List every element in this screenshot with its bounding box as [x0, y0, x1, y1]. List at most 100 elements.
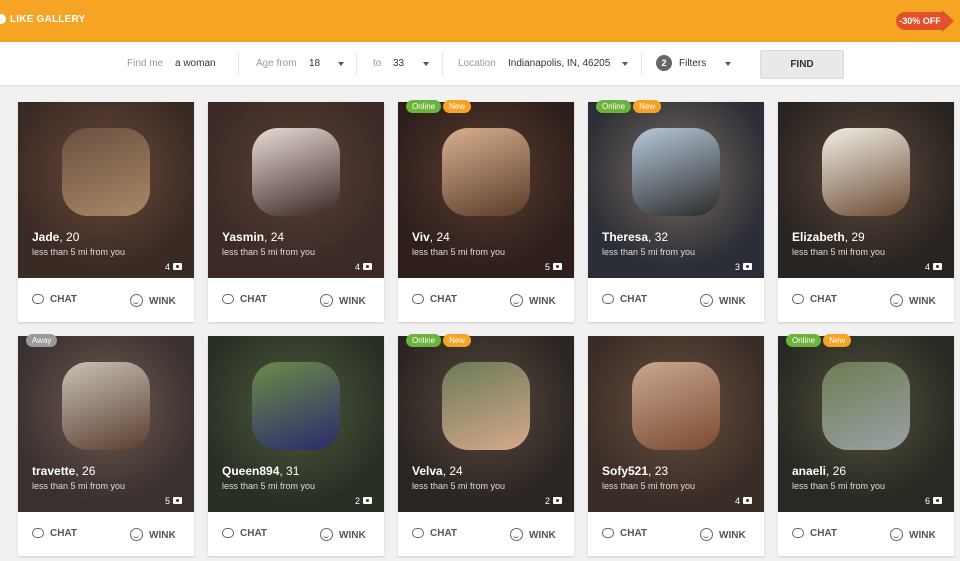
profile-photo-background[interactable]: Sofy521, 23 less than 5 mi from you 4 — [588, 336, 764, 512]
profile-age: , 20 — [59, 230, 80, 244]
profile-age: , 23 — [648, 464, 669, 478]
chat-button[interactable]: CHAT — [222, 528, 267, 539]
chat-bubble-icon — [602, 294, 614, 304]
profile-name[interactable]: travette, 26 — [32, 464, 95, 478]
age-from-select[interactable]: 18 — [309, 58, 320, 69]
chevron-down-icon[interactable] — [725, 62, 731, 66]
chat-button[interactable]: CHAT — [792, 294, 837, 305]
chat-button[interactable]: CHAT — [32, 294, 77, 305]
photo-count[interactable]: 4 — [355, 262, 372, 272]
profile-card[interactable]: anaeli, 26 less than 5 mi from you 6 CHAT WI… — [778, 334, 954, 556]
wink-button[interactable]: WINK — [130, 294, 176, 307]
photo-count[interactable]: 2 — [355, 496, 372, 506]
wink-button[interactable]: WINK — [890, 528, 936, 541]
wink-label: WINK — [909, 530, 936, 541]
wink-label: WINK — [909, 296, 936, 307]
profile-name[interactable]: Elizabeth, 29 — [792, 230, 865, 244]
chevron-down-icon[interactable] — [338, 62, 344, 66]
profile-photo-background[interactable]: Theresa, 32 less than 5 mi from you 3 — [588, 102, 764, 278]
wink-button[interactable]: WINK — [700, 294, 746, 307]
profile-distance: less than 5 mi from you — [792, 481, 886, 491]
profile-name[interactable]: Jade, 20 — [32, 230, 79, 244]
photo-count-value: 4 — [354, 262, 360, 272]
photo-count[interactable]: 5 — [545, 262, 562, 272]
profile-card[interactable]: Viv, 24 less than 5 mi from you 5 CHAT WINK O… — [398, 100, 574, 322]
promo-badge[interactable]: -30% OFF — [896, 10, 954, 32]
chat-button[interactable]: CHAT — [222, 294, 267, 305]
profile-photo-background[interactable]: Viv, 24 less than 5 mi from you 5 — [398, 102, 574, 278]
profile-photo-background[interactable]: Yasmin, 24 less than 5 mi from you 4 — [208, 102, 384, 278]
profile-card[interactable]: Yasmin, 24 less than 5 mi from you 4 CHAT WI… — [208, 102, 384, 322]
photo-count[interactable]: 4 — [165, 262, 182, 272]
photo-count[interactable]: 4 — [925, 262, 942, 272]
photo-count[interactable]: 2 — [545, 496, 562, 506]
wink-button[interactable]: WINK — [510, 294, 556, 307]
profile-photo[interactable] — [442, 362, 530, 450]
profile-photo[interactable] — [632, 362, 720, 450]
wink-button[interactable]: WINK — [700, 528, 746, 541]
photo-count[interactable]: 3 — [735, 262, 752, 272]
profile-name[interactable]: Velva, 24 — [412, 464, 463, 478]
wink-button[interactable]: WINK — [320, 294, 366, 307]
camera-icon — [173, 497, 182, 504]
profile-card[interactable]: Jade, 20 less than 5 mi from you 4 CHAT WINK — [18, 102, 194, 322]
profile-photo[interactable] — [252, 128, 340, 216]
profile-photo-background[interactable]: Jade, 20 less than 5 mi from you 4 — [18, 102, 194, 278]
profile-card[interactable]: Velva, 24 less than 5 mi from you 2 CHAT WIN… — [398, 334, 574, 556]
wink-button[interactable]: WINK — [320, 528, 366, 541]
profile-photo[interactable] — [252, 362, 340, 450]
photo-count[interactable]: 4 — [735, 496, 752, 506]
chat-label: CHAT — [810, 528, 838, 539]
card-actions: CHAT WINK — [588, 278, 764, 322]
profile-name-text: Jade — [32, 230, 60, 244]
profile-photo-background[interactable]: anaeli, 26 less than 5 mi from you 6 — [778, 336, 954, 512]
profile-name[interactable]: Yasmin, 24 — [222, 230, 284, 244]
profile-name[interactable]: Sofy521, 23 — [602, 464, 668, 478]
profile-name[interactable]: Viv, 24 — [412, 230, 450, 244]
chat-button[interactable]: CHAT — [602, 528, 647, 539]
location-select[interactable]: Indianapolis, IN, 46205 — [508, 58, 610, 69]
profile-photo-background[interactable]: Elizabeth, 29 less than 5 mi from you 4 — [778, 102, 954, 278]
profile-name[interactable]: anaeli, 26 — [792, 464, 846, 478]
photo-count[interactable]: 5 — [165, 496, 182, 506]
chat-button[interactable]: CHAT — [602, 294, 647, 305]
profile-card[interactable]: Sofy521, 23 less than 5 mi from you 4 CHAT W… — [588, 336, 764, 556]
find-button[interactable]: FIND — [760, 50, 844, 79]
profile-photo[interactable] — [442, 128, 530, 216]
chat-button[interactable]: CHAT — [412, 294, 457, 305]
camera-icon — [553, 497, 562, 504]
profile-name[interactable]: Theresa, 32 — [602, 230, 668, 244]
wink-button[interactable]: WINK — [510, 528, 556, 541]
filters-dropdown[interactable]: Filters — [679, 58, 706, 69]
status-badge: Online — [406, 334, 442, 347]
wink-button[interactable]: WINK — [890, 294, 936, 307]
filters-count-badge: 2 — [656, 55, 672, 71]
profile-card[interactable]: travette, 26 less than 5 mi from you 5 CHAT… — [18, 334, 194, 556]
chevron-down-icon[interactable] — [622, 62, 628, 66]
profile-card[interactable]: Queen894, 31 less than 5 mi from you 2 CHAT… — [208, 336, 384, 556]
profile-photo-background[interactable]: Velva, 24 less than 5 mi from you 2 — [398, 336, 574, 512]
profile-name-text: Queen894 — [222, 464, 280, 478]
chat-button[interactable]: CHAT — [792, 528, 837, 539]
wink-button[interactable]: WINK — [130, 528, 176, 541]
profile-card[interactable]: Elizabeth, 29 less than 5 mi from you 4 CHA… — [778, 102, 954, 322]
profile-photo[interactable] — [62, 362, 150, 450]
profile-photo-background[interactable]: Queen894, 31 less than 5 mi from you 2 — [208, 336, 384, 512]
chat-button[interactable]: CHAT — [32, 528, 77, 539]
profile-name[interactable]: Queen894, 31 — [222, 464, 299, 478]
profile-photo[interactable] — [822, 128, 910, 216]
profile-age: , 24 — [442, 464, 463, 478]
age-to-select[interactable]: 33 — [393, 58, 404, 69]
chat-bubble-icon — [412, 294, 424, 304]
profile-photo-background[interactable]: travette, 26 less than 5 mi from you 5 — [18, 336, 194, 512]
chevron-down-icon[interactable] — [423, 62, 429, 66]
profile-photo[interactable] — [632, 128, 720, 216]
profile-card[interactable]: Theresa, 32 less than 5 mi from you 3 CHAT W… — [588, 100, 764, 322]
profile-photo[interactable] — [62, 128, 150, 216]
find-me-select[interactable]: a woman — [175, 58, 216, 69]
profile-photo[interactable] — [822, 362, 910, 450]
chat-label: CHAT — [810, 294, 838, 305]
chat-button[interactable]: CHAT — [412, 528, 457, 539]
photo-count[interactable]: 6 — [925, 496, 942, 506]
profile-name-text: Sofy521 — [602, 464, 649, 478]
